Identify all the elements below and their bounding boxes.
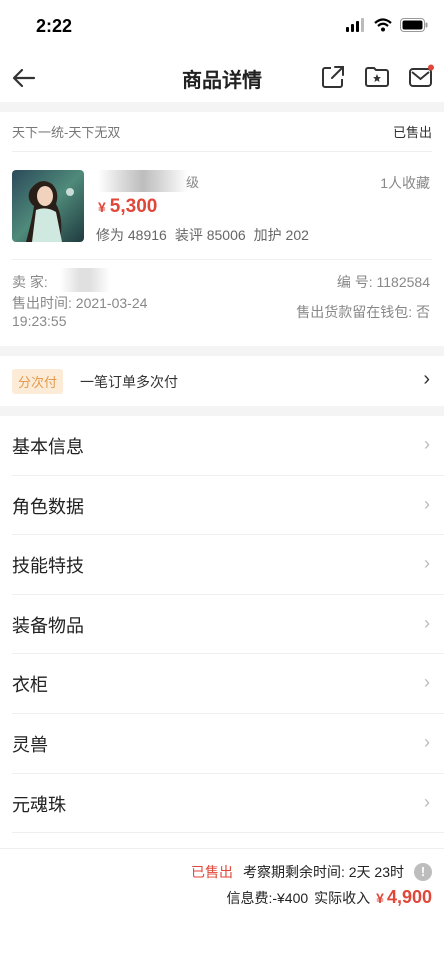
menu-item-character-data[interactable]: 角色数据 ›: [12, 475, 444, 536]
menu-item-label: 衣柜: [12, 675, 48, 696]
chevron-right-icon: ›: [424, 493, 430, 514]
footer-income-row: 信息费:-¥400 实际收入 ¥4,900: [226, 887, 432, 908]
menu-item-label: 基本信息: [12, 437, 84, 457]
menu-item-label: 灵兽: [12, 734, 48, 755]
nav-actions: [320, 64, 434, 90]
item-stats: 修为 48916 装评 85006 加护 202: [96, 225, 309, 245]
detail-menu-list: 基本信息 › 角色数据 › 技能特技 › 装备物品 › 衣柜 › 灵兽 › 元魂…: [0, 416, 444, 834]
menu-item-skills[interactable]: 技能特技 ›: [12, 535, 444, 595]
item-name-redacted: [98, 170, 188, 192]
menu-item-label: 角色数据: [12, 496, 84, 517]
battery-icon: [400, 18, 428, 32]
stat-protection: 加护 202: [253, 227, 309, 243]
seller-label: 卖 家:: [12, 274, 48, 290]
divider: [12, 259, 432, 260]
signal-icon: [346, 18, 364, 32]
menu-item-label: 装备物品: [12, 615, 84, 636]
section-gap: [0, 346, 444, 356]
item-thumbnail[interactable]: [12, 170, 84, 242]
store-row: 天下一统-天下无双 已售出: [12, 112, 432, 152]
seller-name-redacted: [60, 268, 110, 292]
favorite-count: 1人收藏: [380, 175, 430, 191]
server-name: 天下一统-天下无双: [12, 125, 121, 140]
serial-number: 编 号: 1182584: [336, 274, 430, 290]
menu-item-equipment[interactable]: 装备物品 ›: [12, 594, 444, 655]
chevron-right-icon: ›: [424, 731, 430, 752]
menu-item-basic-info[interactable]: 基本信息 ›: [12, 416, 444, 476]
footer-sold-status: 已售出: [190, 864, 233, 880]
menu-item-label: 技能特技: [12, 556, 84, 577]
info-fee: 信息费:-¥400: [226, 890, 309, 906]
item-card: 天下一统-天下无双 已售出 级 1人收藏 ¥5,300 修为 48916 装评 …: [0, 112, 444, 346]
nav-bar: 商品详情: [0, 54, 444, 102]
status-icons: [346, 18, 428, 32]
footer-status-row: 已售出 考察期剩余时间: 2天 23时 !: [191, 862, 432, 882]
income-currency: ¥: [376, 890, 384, 906]
sale-status: 已售出: [392, 125, 432, 140]
status-time: 2:22: [36, 16, 73, 36]
chevron-right-icon: ›: [423, 368, 430, 390]
folder-star-icon: [365, 67, 389, 87]
menu-item-spirit-beast[interactable]: 灵兽 ›: [12, 713, 444, 774]
item-name: 级: [186, 175, 200, 190]
chevron-right-icon: ›: [424, 434, 430, 454]
chevron-right-icon: ›: [424, 553, 430, 574]
message-button[interactable]: [408, 64, 434, 90]
chevron-right-icon: ›: [424, 791, 430, 812]
footer-bar: 已售出 考察期剩余时间: 2天 23时 ! 信息费:-¥400 实际收入 ¥4,…: [0, 848, 444, 960]
wallet-setting: 售出货款留在钱包: 否: [296, 304, 430, 320]
menu-item-label: 元魂珠: [12, 794, 66, 815]
price-value: 5,300: [109, 196, 158, 217]
sold-time: 售出时间: 2021-03-24 19:23:55: [12, 295, 148, 329]
menu-item-soul-orb[interactable]: 元魂珠 ›: [12, 773, 444, 834]
income-value: ¥4,900: [376, 887, 432, 908]
favorite-folder-button[interactable]: [364, 64, 390, 90]
price-currency: ¥: [98, 199, 106, 215]
installment-text: 一笔订单多次付: [80, 374, 178, 390]
section-gap: [0, 102, 444, 112]
stat-equipment-score: 装评 85006: [174, 227, 246, 243]
character-portrait-image: [12, 170, 84, 242]
inspection-period: 考察期剩余时间: 2天 23时: [242, 864, 404, 880]
share-icon: [322, 66, 344, 88]
section-gap: [0, 406, 444, 416]
share-button[interactable]: [320, 64, 346, 90]
wifi-icon: [374, 18, 392, 32]
income-label: 实际收入: [314, 890, 371, 906]
stat-cultivation: 修为 48916: [96, 227, 167, 243]
chevron-right-icon: ›: [424, 672, 430, 693]
status-bar: 2:22: [0, 0, 444, 54]
info-icon[interactable]: !: [414, 863, 432, 881]
item-price: ¥5,300: [98, 196, 157, 218]
income-amount: 4,900: [386, 887, 432, 907]
mail-icon: [409, 64, 434, 87]
menu-item-wardrobe[interactable]: 衣柜 ›: [12, 654, 444, 714]
chevron-right-icon: ›: [424, 612, 430, 633]
installment-tag: 分次付: [12, 369, 64, 394]
installment-pay-row[interactable]: 分次付 一笔订单多次付 ›: [0, 356, 444, 406]
